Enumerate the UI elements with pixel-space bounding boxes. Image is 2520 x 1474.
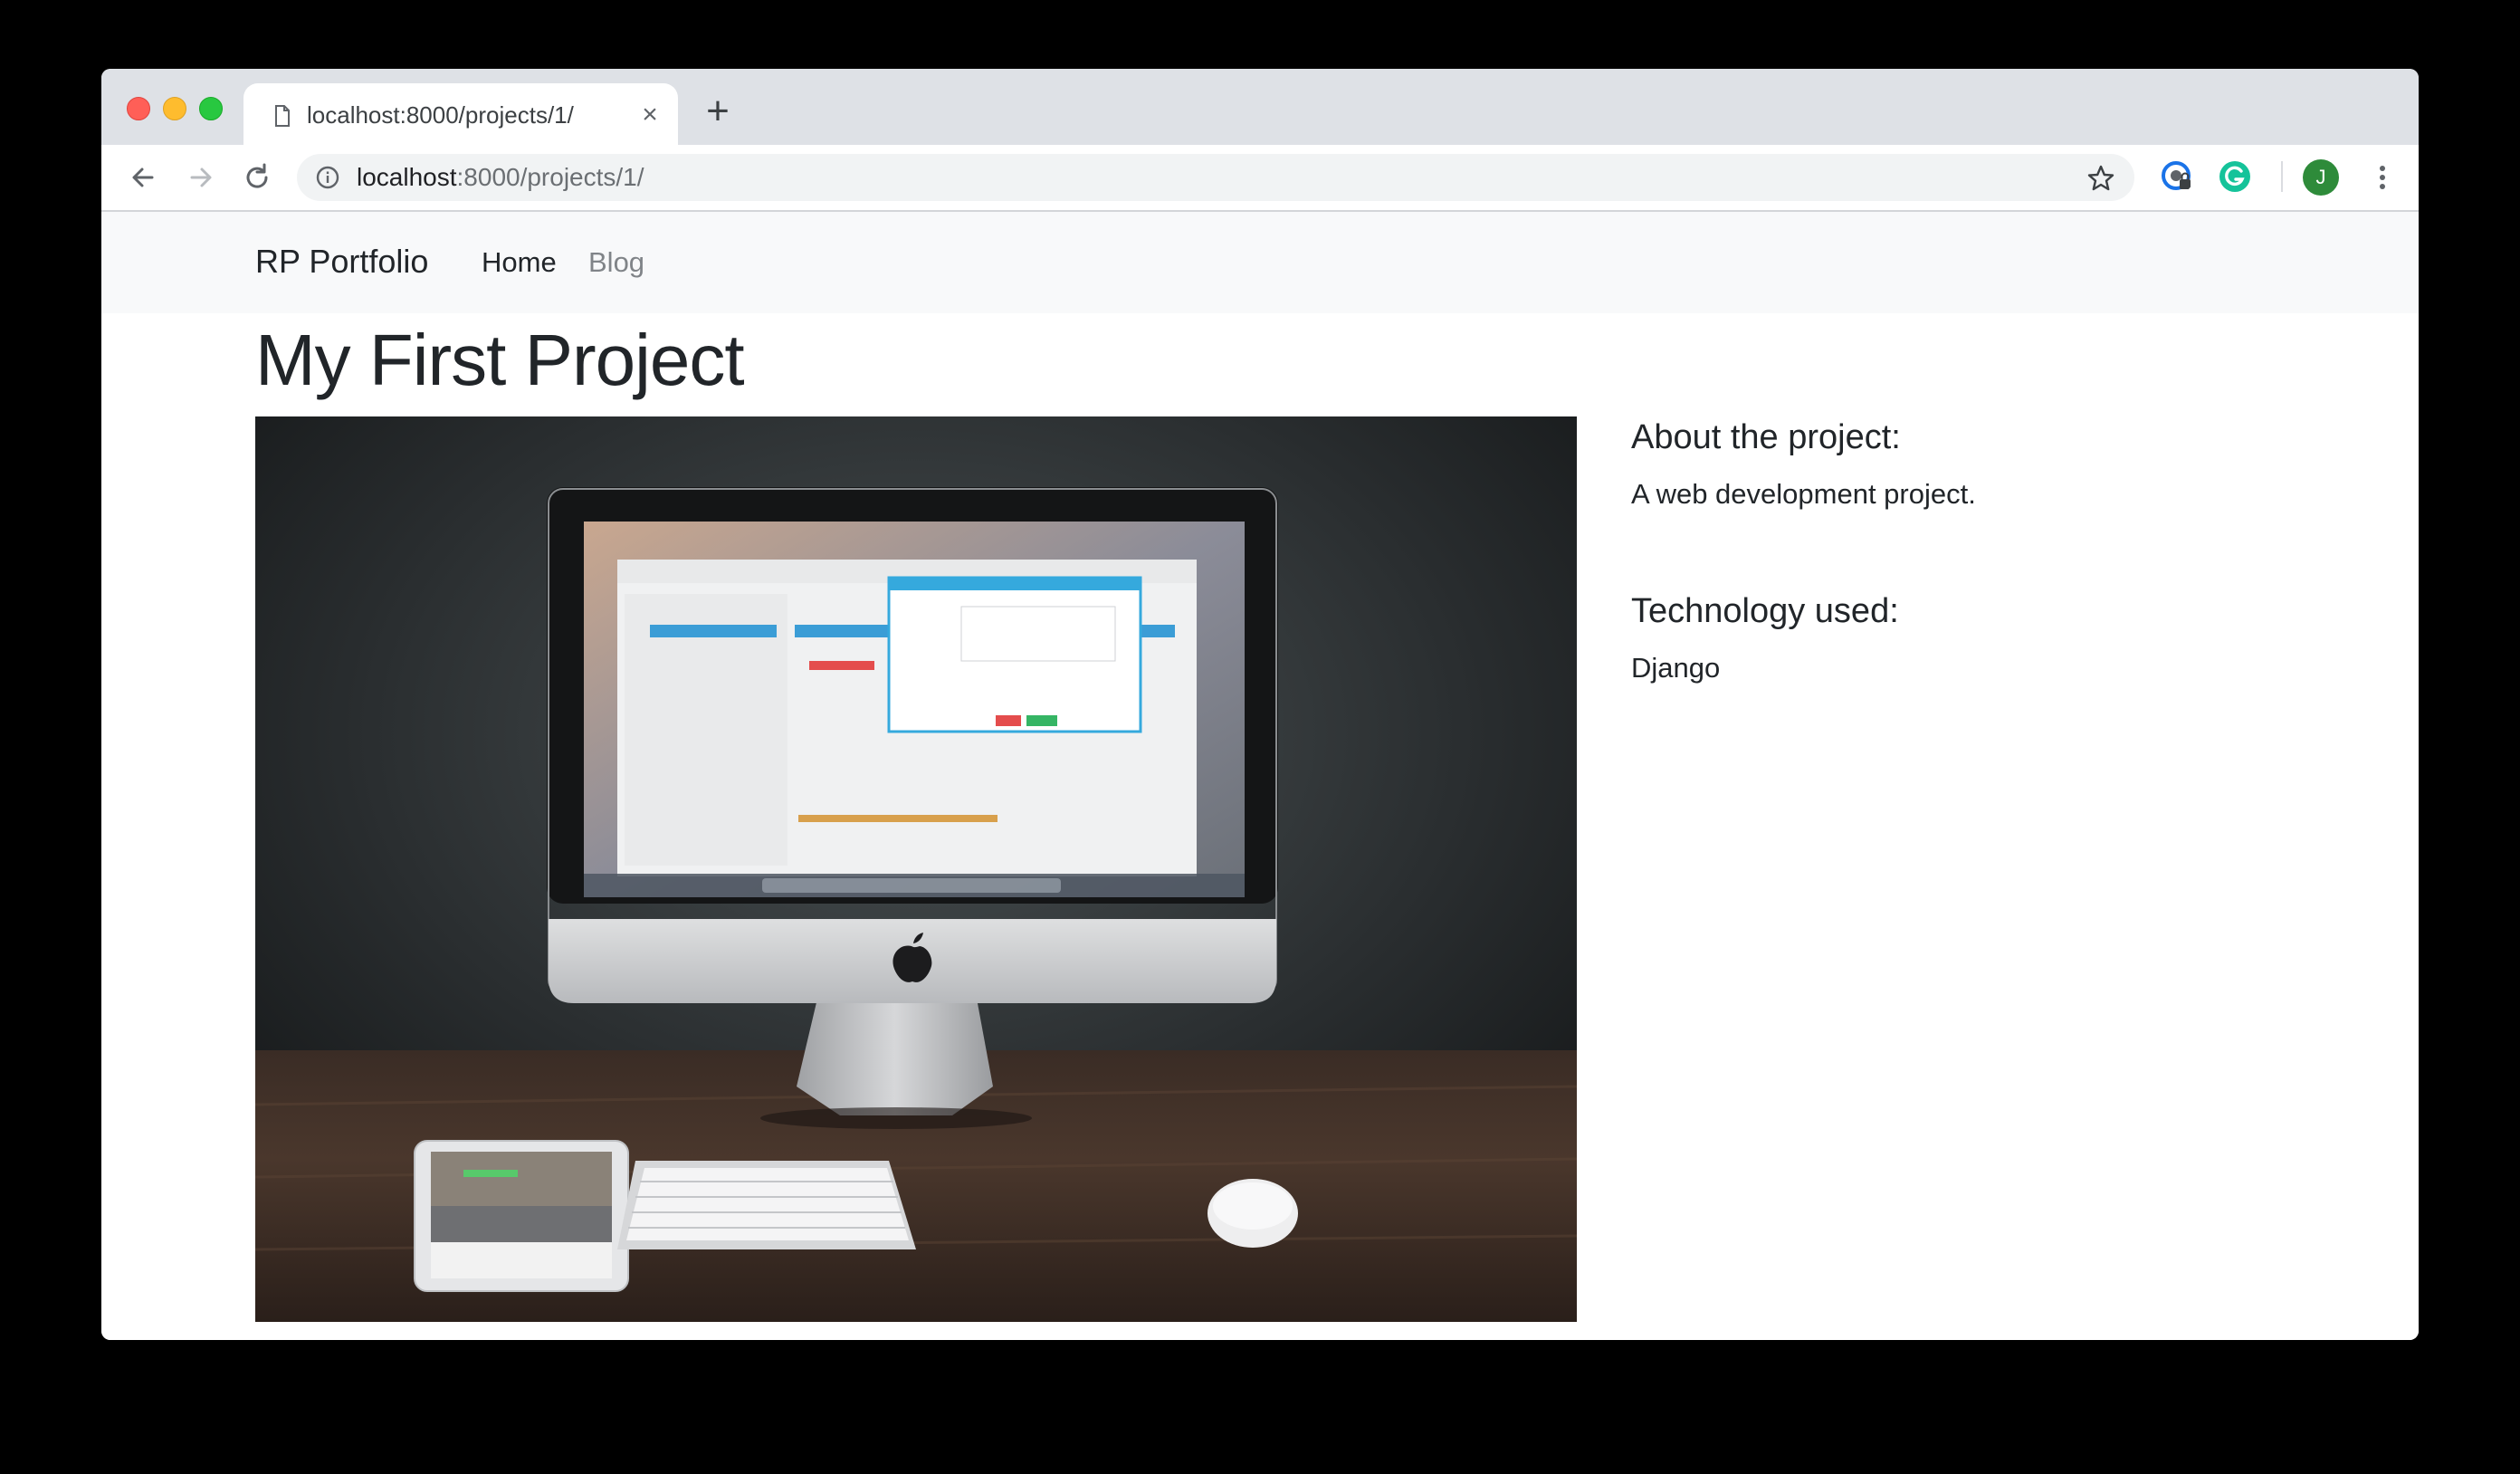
browser-toolbar: localhost:8000/projects/1/ J [101, 145, 2419, 212]
maximize-window-button[interactable] [199, 97, 223, 120]
about-heading: About the project: [1631, 418, 1901, 456]
menu-dots-icon[interactable] [2373, 161, 2391, 194]
nav-blog-link[interactable]: Blog [588, 246, 644, 279]
close-window-button[interactable] [127, 97, 150, 120]
profile-avatar[interactable]: J [2303, 159, 2339, 196]
url-path: :8000/projects/1/ [456, 163, 644, 191]
grammarly-icon[interactable] [2218, 159, 2252, 194]
star-icon[interactable] [2086, 163, 2116, 194]
project-image [255, 416, 1577, 1322]
new-tab-button[interactable]: + [702, 91, 733, 131]
url-text[interactable]: localhost:8000/projects/1/ [357, 163, 644, 192]
url-host: localhost [357, 163, 457, 191]
browser-tab[interactable]: localhost:8000/projects/1/ × [243, 83, 678, 145]
tab-strip: localhost:8000/projects/1/ × + [101, 69, 2419, 145]
info-icon[interactable] [315, 165, 340, 190]
tab-title: localhost:8000/projects/1/ [307, 101, 574, 129]
forward-arrow-icon[interactable] [183, 159, 219, 196]
back-arrow-icon[interactable] [125, 159, 161, 196]
brand-link[interactable]: RP Portfolio [255, 243, 428, 281]
extension-lock-icon[interactable] [2160, 159, 2194, 194]
reload-icon[interactable] [239, 159, 275, 196]
technology-text: Django [1631, 652, 1721, 684]
address-bar[interactable]: localhost:8000/projects/1/ [297, 154, 2134, 201]
nav-home-link[interactable]: Home [482, 246, 557, 279]
toolbar-divider [2281, 161, 2283, 192]
web-page: RP Portfolio Home Blog My First Project [101, 212, 2419, 1340]
page-title: My First Project [255, 320, 745, 400]
minimize-window-button[interactable] [163, 97, 186, 120]
document-icon [275, 105, 290, 127]
site-navbar: RP Portfolio Home Blog [101, 212, 2419, 313]
close-tab-icon[interactable]: × [638, 101, 662, 129]
about-text: A web development project. [1631, 478, 1976, 510]
technology-heading: Technology used: [1631, 592, 1899, 630]
browser-window: localhost:8000/projects/1/ × + localhost… [101, 69, 2419, 1340]
